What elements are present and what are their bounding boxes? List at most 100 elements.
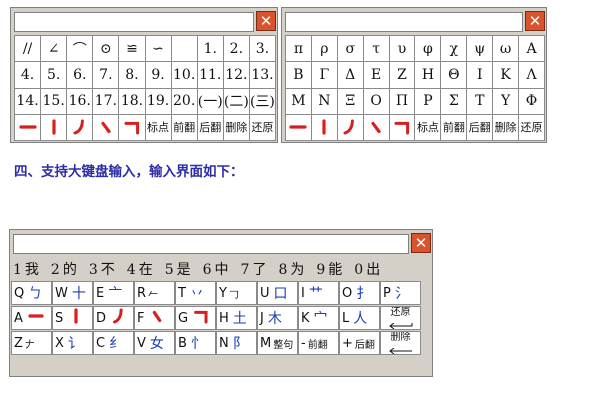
stroke-zhe-icon[interactable]	[119, 114, 145, 140]
math-key[interactable]: 8.	[119, 62, 145, 88]
math-input[interactable]	[14, 12, 254, 32]
key-h[interactable]: H土	[216, 306, 257, 330]
stroke-pie-icon[interactable]	[337, 114, 363, 140]
math-key[interactable]: 14.	[15, 88, 41, 114]
math-key[interactable]: ∽	[145, 36, 171, 62]
key-z[interactable]: Z𠂇	[11, 331, 52, 355]
key-d[interactable]: D	[93, 306, 134, 330]
close-button[interactable]: ✕	[525, 11, 545, 31]
candidate-item[interactable]: 7了	[241, 259, 272, 279]
greek-key[interactable]: ψ	[467, 36, 493, 62]
math-key[interactable]: 17.	[93, 88, 119, 114]
greek-action-button[interactable]: 标点	[415, 114, 441, 140]
greek-action-button[interactable]: 前翻	[441, 114, 467, 140]
candidate-item[interactable]: 9能	[316, 259, 347, 279]
math-key[interactable]: 3.	[249, 36, 275, 62]
math-key[interactable]: 7.	[93, 62, 119, 88]
math-key[interactable]: //	[15, 36, 41, 62]
greek-key[interactable]: Ν	[311, 88, 337, 114]
key-r[interactable]: R𠂉	[134, 281, 175, 305]
greek-key[interactable]: Μ	[286, 88, 311, 114]
math-key[interactable]: 15.	[41, 88, 67, 114]
math-action-button[interactable]: 后翻	[197, 114, 223, 140]
delete-key[interactable]: 删除	[380, 331, 421, 355]
greek-key[interactable]: Β	[286, 62, 311, 88]
stroke-shu-icon[interactable]	[41, 114, 67, 140]
math-key[interactable]: ∠	[41, 36, 67, 62]
key-minus[interactable]: - 前翻	[298, 331, 339, 355]
math-key[interactable]: (二)	[223, 88, 249, 114]
greek-key[interactable]: Φ	[519, 88, 544, 114]
key-y[interactable]: Y𠃌	[216, 281, 257, 305]
greek-key[interactable]: Γ	[311, 62, 337, 88]
stroke-heng-icon[interactable]	[286, 114, 311, 140]
key-x[interactable]: X讠	[52, 331, 93, 355]
greek-action-button[interactable]: 删除	[493, 114, 519, 140]
math-key[interactable]: 13.	[249, 62, 275, 88]
greek-key[interactable]: Ο	[363, 88, 389, 114]
greek-key[interactable]: Ε	[363, 62, 389, 88]
key-j[interactable]: J木	[257, 306, 298, 330]
greek-action-button[interactable]: 还原	[519, 114, 544, 140]
candidate-item[interactable]: 1我	[13, 259, 44, 279]
stroke-zhe-icon[interactable]	[389, 114, 415, 140]
key-s[interactable]: S	[52, 306, 93, 330]
math-action-button[interactable]: 标点	[145, 114, 171, 140]
math-key[interactable]: 2.	[223, 36, 249, 62]
key-p[interactable]: P氵	[380, 281, 421, 305]
key-q[interactable]: Qㄅ	[11, 281, 52, 305]
math-key[interactable]: (三)	[249, 88, 275, 114]
greek-key[interactable]: Τ	[467, 88, 493, 114]
stroke-shu-icon[interactable]	[311, 114, 337, 140]
key-v[interactable]: V女	[134, 331, 175, 355]
key-o[interactable]: O扌	[339, 281, 380, 305]
stroke-dian-icon[interactable]	[363, 114, 389, 140]
greek-key[interactable]: Κ	[493, 62, 519, 88]
greek-key[interactable]: Θ	[441, 62, 467, 88]
greek-key[interactable]: ρ	[311, 36, 337, 62]
keyboard-input[interactable]	[13, 234, 409, 254]
key-g[interactable]: G	[175, 306, 216, 330]
key-f[interactable]: F	[134, 306, 175, 330]
key-n[interactable]: N阝	[216, 331, 257, 355]
math-key[interactable]: 1.	[197, 36, 223, 62]
greek-key[interactable]: φ	[415, 36, 441, 62]
greek-action-button[interactable]: 后翻	[467, 114, 493, 140]
greek-key[interactable]: σ	[337, 36, 363, 62]
math-key[interactable]: 4.	[15, 62, 41, 88]
key-e[interactable]: E亠	[93, 281, 134, 305]
key-w[interactable]: W十	[52, 281, 93, 305]
key-k[interactable]: K宀	[298, 306, 339, 330]
greek-key[interactable]: Ξ	[337, 88, 363, 114]
greek-key[interactable]: χ	[441, 36, 467, 62]
candidate-item[interactable]: 3不	[89, 259, 120, 279]
key-plus[interactable]: + 后翻	[339, 331, 380, 355]
greek-key[interactable]: τ	[363, 36, 389, 62]
greek-key[interactable]: ω	[493, 36, 519, 62]
math-key[interactable]: ≌	[119, 36, 145, 62]
greek-key[interactable]: Ρ	[415, 88, 441, 114]
key-a[interactable]: A	[11, 306, 52, 330]
greek-input[interactable]	[285, 12, 523, 32]
candidate-item[interactable]: 6中	[203, 259, 234, 279]
math-key[interactable]: 18.	[119, 88, 145, 114]
key-i[interactable]: I艹	[298, 281, 339, 305]
greek-key[interactable]: Π	[389, 88, 415, 114]
close-button[interactable]: ✕	[256, 11, 276, 31]
greek-key[interactable]: Η	[415, 62, 441, 88]
math-key[interactable]: ⌒	[67, 36, 93, 62]
greek-key[interactable]: Λ	[519, 62, 544, 88]
greek-key[interactable]: Ι	[467, 62, 493, 88]
greek-key[interactable]: Δ	[337, 62, 363, 88]
greek-key[interactable]: υ	[389, 36, 415, 62]
math-key[interactable]: 19.	[145, 88, 171, 114]
math-key[interactable]: 20.	[171, 88, 197, 114]
key-b[interactable]: B忄	[175, 331, 216, 355]
stroke-pie-icon[interactable]	[67, 114, 93, 140]
math-key[interactable]: 16.	[67, 88, 93, 114]
greek-key[interactable]: Α	[519, 36, 544, 62]
greek-key[interactable]: π	[286, 36, 311, 62]
close-button[interactable]: ✕	[411, 233, 431, 253]
greek-key[interactable]: Ζ	[389, 62, 415, 88]
restore-key[interactable]: 还原	[380, 306, 421, 330]
